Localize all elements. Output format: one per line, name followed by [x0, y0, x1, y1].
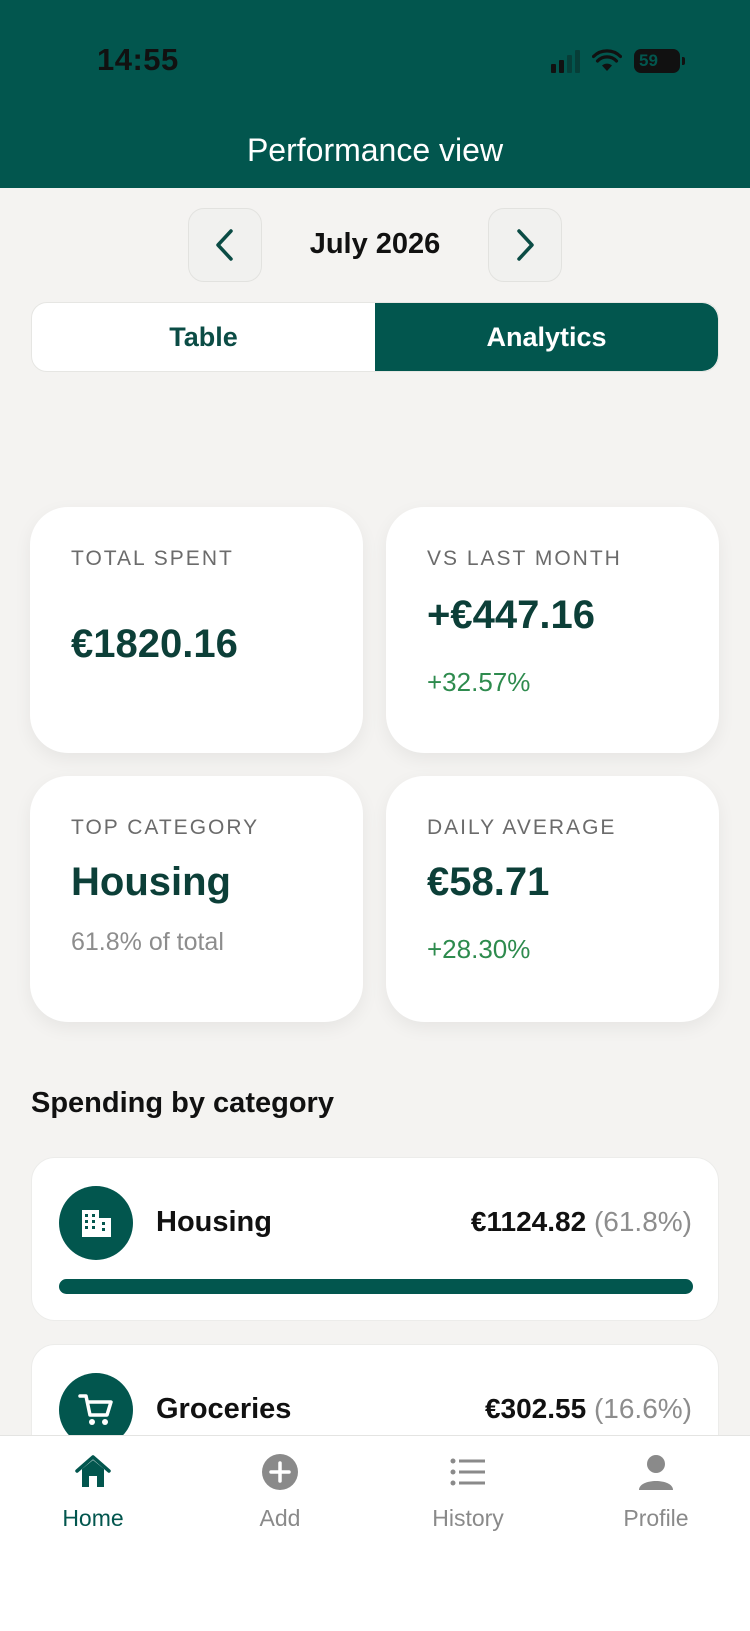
battery-level: 59 — [639, 51, 658, 70]
home-icon — [75, 1455, 111, 1487]
category-name: Housing — [156, 1206, 272, 1238]
previous-month-button[interactable] — [188, 208, 262, 282]
plus-circle-icon — [262, 1454, 298, 1490]
tab-home[interactable]: Home — [18, 1450, 168, 1532]
status-time: 14:55 — [97, 42, 179, 77]
tab-analytics[interactable]: Analytics — [375, 303, 718, 371]
bottom-tab-bar: Home Add History Profile — [0, 1435, 750, 1631]
category-name: Groceries — [156, 1393, 292, 1425]
top-category-share: 61.8% of total — [71, 928, 224, 956]
daily-average-card: DAILY AVERAGE €58.71 +28.30% — [386, 776, 719, 1022]
top-category-value: Housing — [71, 860, 231, 904]
daily-average-value: €58.71 — [427, 860, 550, 904]
tab-profile[interactable]: Profile — [581, 1450, 731, 1532]
chevron-right-icon — [517, 229, 534, 261]
list-icon — [450, 1458, 485, 1486]
total-spent-card: TOTAL SPENT €1820.16 — [30, 507, 363, 753]
vs-last-month-label: VS LAST MONTH — [427, 547, 622, 570]
tab-history[interactable]: History — [393, 1450, 543, 1532]
category-icon-badge — [59, 1186, 133, 1260]
tab-add[interactable]: Add — [205, 1450, 355, 1532]
category-amount-value: €302.55 — [484, 1393, 587, 1424]
category-amount: €1124.82 (61.8%) — [471, 1206, 692, 1238]
cart-icon — [78, 1394, 113, 1425]
page-title: Performance view — [246, 132, 504, 168]
app-header: 14:55 59 Performance view — [0, 0, 750, 188]
daily-average-change: +28.30% — [427, 934, 531, 964]
category-progress-track — [59, 1279, 693, 1294]
month-navigator: July 2026 — [0, 208, 750, 282]
category-amount: €302.55 (16.6%) — [485, 1393, 692, 1425]
category-amount-value: €1124.82 — [470, 1206, 587, 1237]
vs-last-month-value: +€447.16 — [427, 593, 595, 637]
tab-history-label: History — [432, 1505, 504, 1531]
wifi-icon — [592, 49, 622, 71]
top-category-card: TOP CATEGORY Housing 61.8% of total — [30, 776, 363, 1022]
building-icon — [82, 1210, 111, 1237]
chevron-left-icon — [216, 229, 233, 261]
tab-add-label: Add — [259, 1505, 301, 1531]
status-icons: 59 — [551, 46, 685, 76]
vs-last-month-change: +32.57% — [427, 667, 531, 697]
current-month-label: July 2026 — [309, 228, 441, 260]
tab-home-label: Home — [62, 1505, 124, 1531]
tab-table[interactable]: Table — [32, 303, 375, 371]
tab-profile-label: Profile — [623, 1505, 689, 1531]
signal-icon — [551, 49, 580, 73]
view-segmented-control: Table Analytics — [31, 302, 719, 372]
category-percent: (16.6%) — [593, 1393, 692, 1424]
daily-average-label: DAILY AVERAGE — [427, 816, 617, 839]
section-title: Spending by category — [31, 1087, 334, 1119]
total-spent-value: €1820.16 — [71, 622, 238, 666]
category-progress-fill — [59, 1279, 693, 1294]
category-percent: (61.8%) — [593, 1206, 692, 1237]
person-icon — [639, 1455, 673, 1490]
category-card[interactable]: Housing €1124.82 (61.8%) — [31, 1157, 719, 1321]
battery-icon: 59 — [634, 49, 685, 73]
next-month-button[interactable] — [488, 208, 562, 282]
vs-last-month-card: VS LAST MONTH +€447.16 +32.57% — [386, 507, 719, 753]
total-spent-label: TOTAL SPENT — [71, 547, 234, 570]
top-category-label: TOP CATEGORY — [71, 816, 260, 839]
